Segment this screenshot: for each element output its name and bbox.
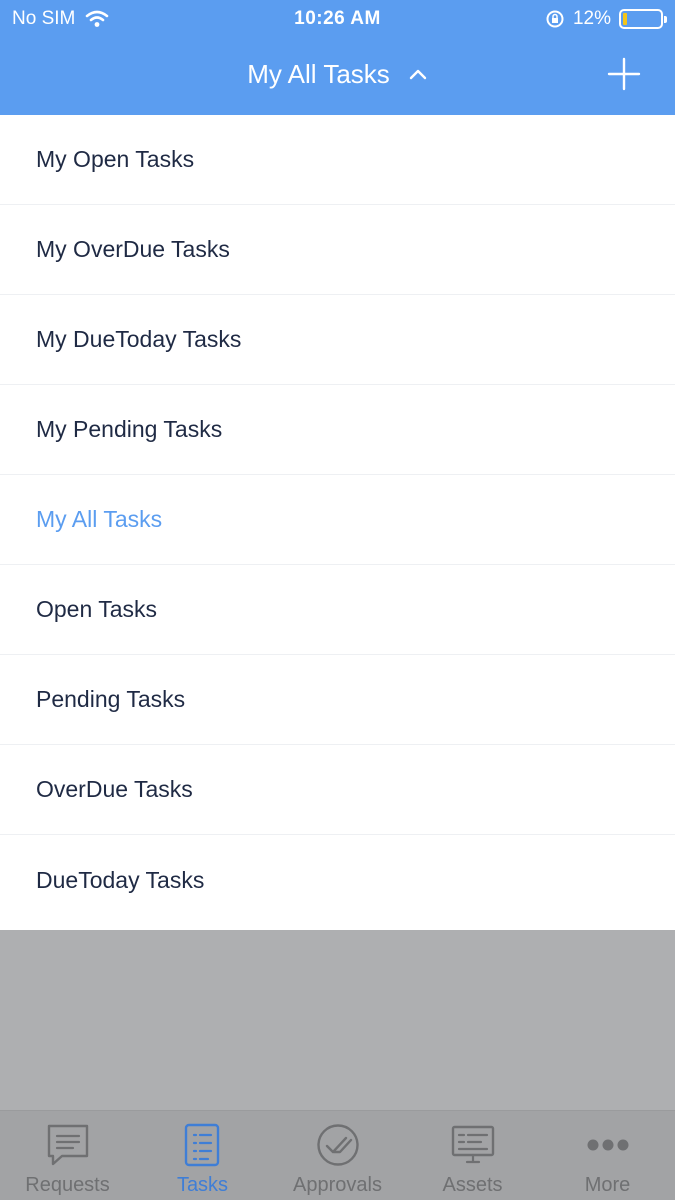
dim-overlay[interactable] bbox=[0, 930, 675, 1110]
tab-requests[interactable]: Requests bbox=[0, 1111, 135, 1200]
rotation-lock-icon bbox=[546, 10, 564, 28]
filter-menu-item[interactable]: My OverDue Tasks bbox=[0, 205, 675, 295]
filter-menu-item-label: My DueToday Tasks bbox=[36, 326, 242, 352]
tab-label: Approvals bbox=[293, 1174, 382, 1196]
tab-label: More bbox=[584, 1174, 631, 1196]
task-list-icon bbox=[184, 1123, 220, 1167]
tab-label: Assets bbox=[442, 1174, 503, 1196]
page-title: My All Tasks bbox=[247, 58, 390, 89]
filter-menu-item-label: My OverDue Tasks bbox=[36, 236, 230, 262]
tab-approvals[interactable]: Approvals bbox=[270, 1111, 405, 1200]
more-dots-icon bbox=[587, 1139, 629, 1151]
chat-bubble-icon bbox=[47, 1124, 89, 1166]
filter-menu-item-label: My All Tasks bbox=[36, 506, 163, 532]
filter-menu-item[interactable]: OverDue Tasks bbox=[0, 745, 675, 835]
monitor-icon bbox=[451, 1125, 495, 1164]
task-filter-menu: My Open Tasks My OverDue Tasks My DueToday… bbox=[0, 115, 675, 930]
tab-tasks[interactable]: Tasks bbox=[135, 1111, 270, 1200]
tab-bar: Requests Tasks Approvals Assets More bbox=[0, 1110, 675, 1200]
status-bar: No SIM 10:26 AM 12% bbox=[0, 0, 675, 40]
title-dropdown-toggle[interactable]: My All Tasks bbox=[0, 52, 675, 96]
filter-menu-item-label: My Open Tasks bbox=[36, 146, 195, 172]
battery-percent: 12% bbox=[572, 8, 611, 29]
navigation-header: No SIM 10:26 AM 12% My All Tasks bbox=[0, 0, 675, 115]
filter-menu-item[interactable]: Open Tasks bbox=[0, 565, 675, 655]
filter-menu-item-label: Open Tasks bbox=[36, 596, 158, 622]
tab-label: Tasks bbox=[176, 1174, 229, 1196]
battery-icon bbox=[619, 9, 667, 29]
tab-more[interactable]: More bbox=[540, 1111, 675, 1200]
filter-menu-item[interactable]: My DueToday Tasks bbox=[0, 295, 675, 385]
filter-menu-item[interactable]: My All Tasks bbox=[0, 475, 675, 565]
filter-menu-item-label: OverDue Tasks bbox=[36, 776, 193, 802]
status-right: 12% bbox=[545, 8, 667, 30]
plus-icon[interactable] bbox=[607, 57, 641, 91]
filter-menu-item[interactable]: DueToday Tasks bbox=[0, 835, 675, 925]
filter-menu-item[interactable]: Pending Tasks bbox=[0, 655, 675, 745]
filter-menu-item-label: My Pending Tasks bbox=[36, 416, 223, 442]
filter-menu-item-label: Pending Tasks bbox=[36, 686, 186, 712]
tab-label: Requests bbox=[25, 1174, 110, 1196]
approval-check-icon bbox=[317, 1124, 359, 1166]
battery-fill bbox=[623, 13, 627, 25]
chevron-up-icon bbox=[409, 69, 426, 80]
tab-assets[interactable]: Assets bbox=[405, 1111, 540, 1200]
filter-menu-item[interactable]: My Open Tasks bbox=[0, 115, 675, 205]
filter-menu-item-label: DueToday Tasks bbox=[36, 866, 205, 893]
filter-menu-item[interactable]: My Pending Tasks bbox=[0, 385, 675, 475]
